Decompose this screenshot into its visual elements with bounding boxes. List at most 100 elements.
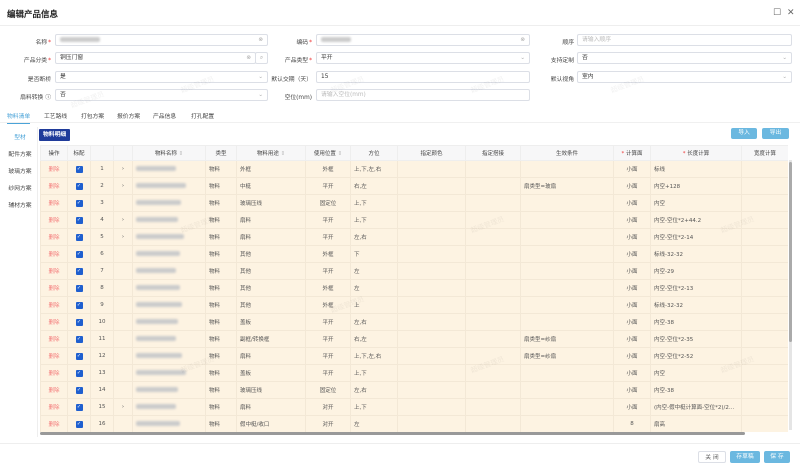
clear-icon[interactable]: ⊗ (258, 35, 263, 45)
standard-checkbox[interactable]: ✓ (67, 194, 91, 212)
delete-link[interactable]: 删除 (40, 262, 68, 280)
column-header[interactable]: 物料名称 ⇕ (132, 145, 206, 161)
table-row: 删除 ✓ 10 物料 盖板 平开 左,右 小面 内空-38 (40, 313, 788, 331)
delete-link[interactable]: 删除 (40, 279, 68, 297)
length-cell: 内空-空位*2-14 (650, 228, 742, 246)
sort-icon[interactable]: ⇕ (179, 151, 184, 157)
close-button[interactable]: 关 闭 (698, 451, 726, 463)
delete-link[interactable]: 删除 (40, 330, 68, 348)
divider (0, 443, 800, 444)
code-input[interactable]: ⊗ (316, 34, 530, 46)
usage-cell: 其他 (236, 296, 306, 314)
expand-toggle[interactable]: › (113, 211, 133, 229)
delete-link[interactable]: 删除 (40, 381, 68, 399)
side-item-4[interactable]: 辅材方案 (5, 200, 35, 209)
type-select[interactable]: 平开 ⌄ (316, 52, 530, 64)
convert-label: 扇料转换 ⓘ (20, 95, 51, 101)
standard-checkbox[interactable]: ✓ (67, 211, 91, 229)
standard-checkbox[interactable]: ✓ (67, 245, 91, 263)
direction-cell: 右,左 (350, 177, 398, 195)
column-header: 类型 (205, 145, 237, 161)
delete-link[interactable]: 删除 (40, 398, 68, 416)
order-input[interactable]: 请输入顺序 (577, 34, 792, 46)
delete-link[interactable]: 删除 (40, 194, 68, 212)
search-icon: ⌕ (259, 55, 264, 61)
tab-3[interactable]: 报价方案 (117, 111, 140, 120)
delete-link[interactable]: 删除 (40, 347, 68, 365)
export-button[interactable]: 导出 (762, 128, 789, 139)
horizontal-scrollbar[interactable] (40, 432, 745, 435)
side-item-2[interactable]: 玻璃方案 (5, 166, 35, 175)
clear-icon[interactable]: ⊗ (520, 35, 525, 45)
column-header[interactable]: 使用位置 ⇕ (305, 145, 351, 161)
tab-4[interactable]: 产品信息 (153, 111, 176, 120)
row-index: 15 (90, 398, 114, 416)
subtab-material-detail[interactable]: 物料明细 (39, 129, 71, 141)
save-button[interactable]: 保 存 (764, 451, 790, 463)
overlap-cell (465, 381, 521, 399)
expand-toggle[interactable]: › (113, 177, 133, 195)
clear-icon[interactable]: ⊗ (246, 53, 251, 63)
standard-checkbox[interactable]: ✓ (67, 364, 91, 382)
expand-toggle[interactable]: › (113, 228, 133, 246)
gap-input[interactable]: 请输入空位(mm) (316, 89, 530, 101)
row-index: 5 (90, 228, 114, 246)
delete-link[interactable]: 删除 (40, 296, 68, 314)
name-input[interactable]: ⊗ (55, 34, 268, 46)
color-cell (397, 364, 466, 382)
info-icon[interactable]: ⓘ (45, 95, 51, 101)
standard-checkbox[interactable]: ✓ (67, 415, 91, 432)
expand-toggle (113, 296, 133, 314)
view-select[interactable]: 室内 ⌄ (577, 71, 792, 83)
side-item-3[interactable]: 纱网方案 (5, 183, 35, 192)
standard-checkbox[interactable]: ✓ (67, 160, 91, 178)
type-cell: 物料 (205, 279, 237, 297)
broken-select[interactable]: 是 ⌄ (55, 71, 268, 83)
standard-checkbox[interactable]: ✓ (67, 228, 91, 246)
delete-link[interactable]: 删除 (40, 228, 68, 246)
column-header[interactable]: 物料用途 ⇕ (236, 145, 306, 161)
standard-checkbox[interactable]: ✓ (67, 347, 91, 365)
check-icon: ✓ (75, 250, 83, 258)
import-button[interactable]: 导入 (731, 128, 757, 139)
vertical-scroll-thumb[interactable] (789, 162, 792, 342)
standard-checkbox[interactable]: ✓ (67, 262, 91, 280)
delete-link[interactable]: 删除 (40, 245, 68, 263)
tab-2[interactable]: 打包方案 (81, 111, 104, 120)
save-draft-button[interactable]: 存草稿 (730, 451, 760, 463)
close-icon[interactable]: ✕ (787, 8, 795, 18)
standard-checkbox[interactable]: ✓ (67, 296, 91, 314)
delete-link[interactable]: 删除 (40, 177, 68, 195)
table-row: 删除 ✓ 8 物料 其他 外框 左 小面 内空-空位*2-13 (40, 279, 788, 297)
standard-checkbox[interactable]: ✓ (67, 381, 91, 399)
row-index: 13 (90, 364, 114, 382)
tab-1[interactable]: 工艺路线 (44, 111, 67, 120)
convert-select[interactable]: 否 ⌄ (55, 89, 268, 101)
maximize-icon[interactable]: ☐ (773, 8, 781, 18)
color-cell (397, 245, 466, 263)
delete-link[interactable]: 删除 (40, 415, 68, 432)
material-name (132, 194, 206, 212)
standard-checkbox[interactable]: ✓ (67, 313, 91, 331)
delete-link[interactable]: 删除 (40, 313, 68, 331)
standard-checkbox[interactable]: ✓ (67, 398, 91, 416)
table-row: 删除 ✓ 2 › 物料 中梃 平开 右,左 扇类型=玻扇 小面 内空+128 (40, 177, 788, 195)
delivery-input[interactable]: 15 (316, 71, 530, 83)
delete-link[interactable]: 删除 (40, 364, 68, 382)
tab-5[interactable]: 打孔配置 (191, 111, 214, 120)
standard-checkbox[interactable]: ✓ (67, 279, 91, 297)
condition-cell: 扇类型=纱扇 (520, 347, 614, 365)
sort-icon[interactable]: ⇕ (338, 151, 343, 157)
delete-link[interactable]: 删除 (40, 211, 68, 229)
length-cell: 内空-空位*2-35 (650, 330, 742, 348)
category-input[interactable]: 铜压门窗 ⊗ (55, 52, 256, 64)
side-item-0[interactable]: 型材 (5, 132, 35, 141)
sort-icon[interactable]: ⇕ (281, 151, 286, 157)
standard-checkbox[interactable]: ✓ (67, 177, 91, 195)
side-item-1[interactable]: 配件方案 (5, 149, 35, 158)
standard-checkbox[interactable]: ✓ (67, 330, 91, 348)
expand-toggle[interactable]: › (113, 160, 133, 178)
custom-select[interactable]: 否 ⌄ (577, 52, 792, 64)
expand-toggle[interactable]: › (113, 398, 133, 416)
delete-link[interactable]: 删除 (40, 160, 68, 178)
